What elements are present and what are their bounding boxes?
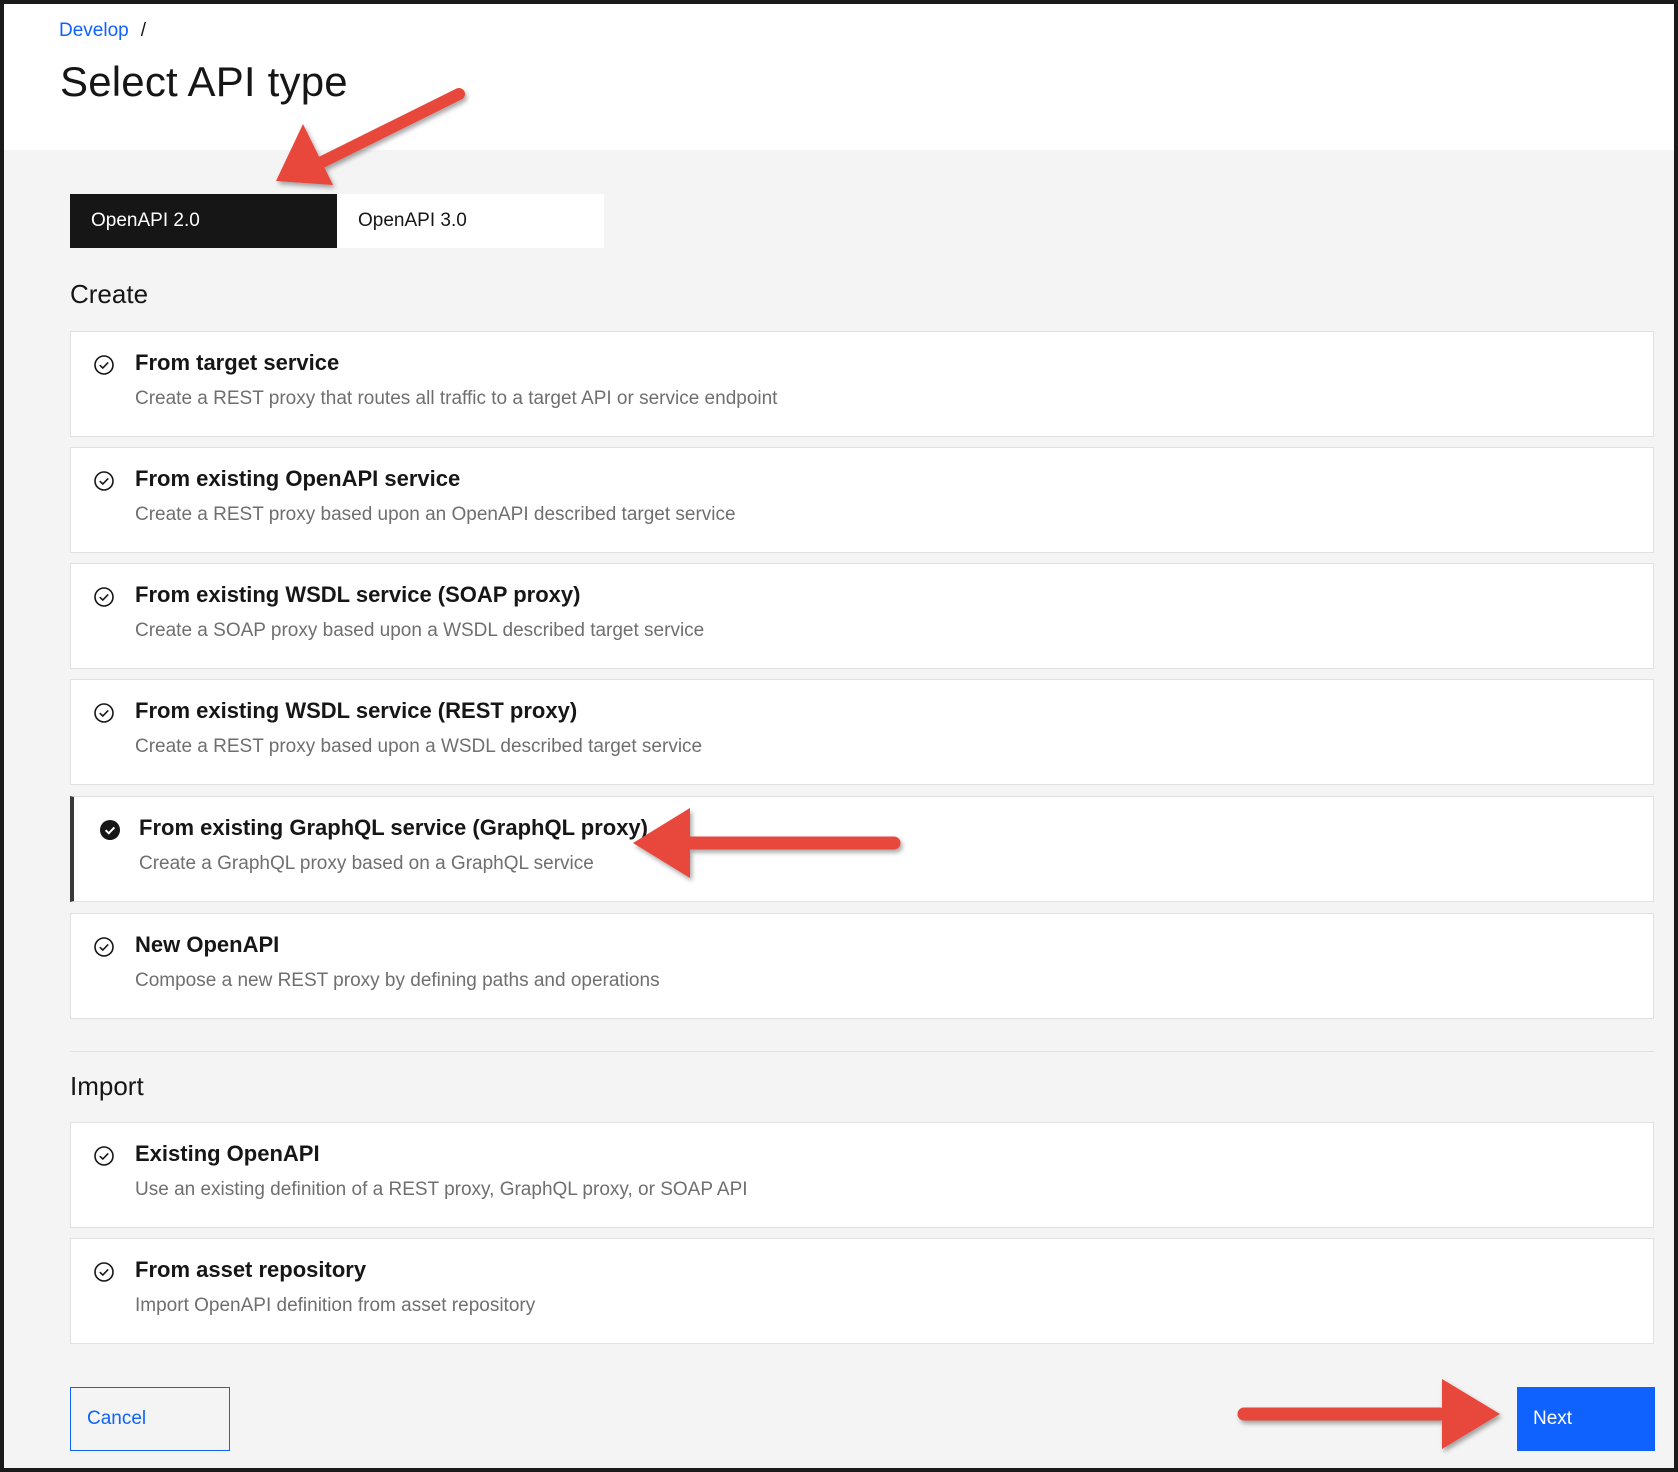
annotation-arrow-icon [633, 808, 901, 878]
annotation-arrows [276, 88, 1500, 1449]
annotation-arrow-icon [276, 88, 465, 185]
annotation-arrow-icon [1237, 1379, 1500, 1449]
